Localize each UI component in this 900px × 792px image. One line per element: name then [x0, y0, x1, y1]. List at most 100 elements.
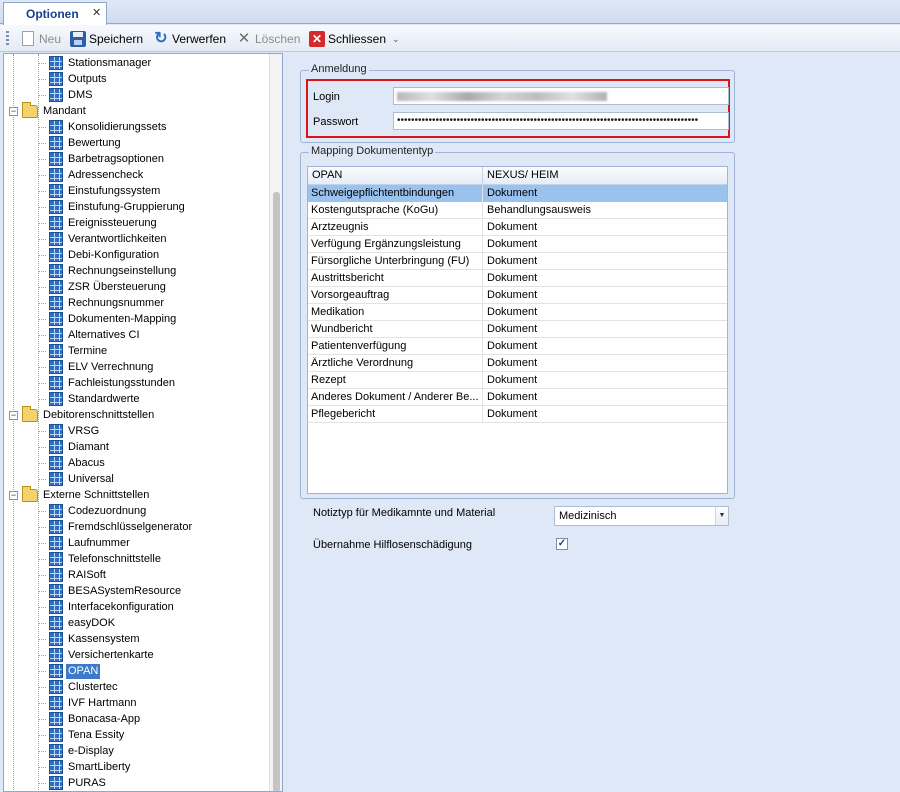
tree-scrollbar[interactable]: [269, 54, 282, 791]
table-row[interactable]: Verfügung Ergänzungsleistung Dokument: [308, 236, 727, 253]
table-row[interactable]: Fürsorgliche Unterbringung (FU) Dokument: [308, 253, 727, 270]
cell-opan[interactable]: Kostengutsprache (KoGu): [311, 204, 479, 216]
tree-item[interactable]: easyDOK: [49, 615, 117, 631]
cell-opan[interactable]: Medikation: [311, 306, 479, 318]
save-button[interactable]: Speichern: [70, 29, 143, 48]
cell-nexus[interactable]: Dokument: [487, 391, 723, 403]
tree-item[interactable]: Standardwerte: [49, 391, 142, 407]
delete-button[interactable]: ✕ Löschen: [236, 29, 301, 48]
tree-item[interactable]: IVF Hartmann: [49, 695, 138, 711]
collapse-icon[interactable]: −: [9, 106, 18, 116]
tree-item[interactable]: Rechnungseinstellung: [49, 263, 178, 279]
tree-item[interactable]: Termine: [49, 343, 109, 359]
tree-item[interactable]: RAISoft: [49, 567, 108, 583]
password-input[interactable]: ••••••••••••••••••••••••••••••••••••••••…: [393, 112, 729, 130]
cell-opan[interactable]: Rezept: [311, 374, 479, 386]
tree-item[interactable]: Abacus: [49, 455, 107, 471]
tree-item[interactable]: VRSG: [49, 423, 101, 439]
cell-opan[interactable]: Schweigepflichtentbindungen: [311, 187, 479, 199]
table-row[interactable]: Pflegebericht Dokument: [308, 406, 727, 423]
cell-opan[interactable]: Anderes Dokument / Anderer Be...: [311, 391, 479, 403]
column-header-opan[interactable]: OPAN: [312, 169, 342, 181]
close-button[interactable]: ✕ Schliessen: [309, 29, 386, 48]
hilflosen-checkbox[interactable]: ✓: [556, 538, 568, 550]
new-button[interactable]: Neu: [20, 29, 61, 48]
discard-button[interactable]: ↻ Verwerfen: [153, 29, 226, 48]
table-row[interactable]: Vorsorgeauftrag Dokument: [308, 287, 727, 304]
table-row[interactable]: Medikation Dokument: [308, 304, 727, 321]
table-row[interactable]: Patientenverfügung Dokument: [308, 338, 727, 355]
tree-item[interactable]: Alternatives CI: [49, 327, 142, 343]
tree-item[interactable]: OPAN: [49, 663, 101, 679]
tree-item[interactable]: PURAS: [49, 775, 108, 791]
cell-nexus[interactable]: Dokument: [487, 340, 723, 352]
cell-opan[interactable]: Wundbericht: [311, 323, 479, 335]
cell-nexus[interactable]: Dokument: [487, 187, 723, 199]
cell-nexus[interactable]: Dokument: [487, 289, 723, 301]
cell-nexus[interactable]: Dokument: [487, 238, 723, 250]
cell-nexus[interactable]: Dokument: [487, 255, 723, 267]
tab-optionen[interactable]: Optionen ✕: [3, 2, 107, 25]
tree-item[interactable]: SmartLiberty: [49, 759, 132, 775]
tree-item[interactable]: ELV Verrechnung: [49, 359, 155, 375]
tree-item[interactable]: Versichertenkarte: [49, 647, 156, 663]
cell-opan[interactable]: Fürsorgliche Unterbringung (FU): [311, 255, 479, 267]
tree-item[interactable]: Ereignissteuerung: [49, 215, 159, 231]
tree-item[interactable]: Universal: [49, 471, 116, 487]
close-icon[interactable]: ✕: [92, 6, 101, 19]
tree-item[interactable]: Interfacekonfiguration: [49, 599, 176, 615]
tree-item[interactable]: Rechnungsnummer: [49, 295, 166, 311]
tree-item[interactable]: Clustertec: [49, 679, 120, 695]
tree-item[interactable]: Verantwortlichkeiten: [49, 231, 168, 247]
tree-item[interactable]: Fremdschlüsselgenerator: [49, 519, 194, 535]
cell-opan[interactable]: Austrittsbericht: [311, 272, 479, 284]
cell-opan[interactable]: Verfügung Ergänzungsleistung: [311, 238, 479, 250]
toolbar-overflow-icon[interactable]: ⌄: [392, 34, 400, 45]
table-row[interactable]: Rezept Dokument: [308, 372, 727, 389]
cell-nexus[interactable]: Dokument: [487, 306, 723, 318]
cell-nexus[interactable]: Dokument: [487, 357, 723, 369]
tree-item[interactable]: Outputs: [49, 71, 109, 87]
cell-nexus[interactable]: Dokument: [487, 323, 723, 335]
tree-item[interactable]: Tena Essity: [49, 727, 126, 743]
cell-nexus[interactable]: Behandlungsausweis: [487, 204, 723, 216]
cell-opan[interactable]: Ärztliche Verordnung: [311, 357, 479, 369]
tree-item[interactable]: Telefonschnittstelle: [49, 551, 163, 567]
tree-item[interactable]: Einstufungssystem: [49, 183, 162, 199]
tree-item[interactable]: Bonacasa-App: [49, 711, 142, 727]
collapse-icon[interactable]: −: [9, 490, 18, 500]
tree-scroll-thumb[interactable]: [273, 192, 280, 791]
table-row[interactable]: Anderes Dokument / Anderer Be... Dokument: [308, 389, 727, 406]
tree-item[interactable]: Adressencheck: [49, 167, 145, 183]
cell-nexus[interactable]: Dokument: [487, 374, 723, 386]
tree-item[interactable]: BESASystemResource: [49, 583, 183, 599]
chevron-down-icon[interactable]: ▼: [715, 507, 728, 525]
tree-item[interactable]: Kassensystem: [49, 631, 142, 647]
tree-folder[interactable]: − Mandant: [9, 101, 88, 119]
tree-item[interactable]: Fachleistungsstunden: [49, 375, 177, 391]
tree-item[interactable]: ZSR Übersteuerung: [49, 279, 168, 295]
cell-nexus[interactable]: Dokument: [487, 272, 723, 284]
cell-nexus[interactable]: Dokument: [487, 408, 723, 420]
options-tree[interactable]: Stationsmanager Outputs DMS − Mandant Konsoli…: [3, 53, 283, 792]
tree-item[interactable]: Codezuordnung: [49, 503, 148, 519]
tree-item[interactable]: Debi-Konfiguration: [49, 247, 161, 263]
column-header-nexus[interactable]: NEXUS/ HEIM: [487, 169, 559, 181]
table-row[interactable]: Arztzeugnis Dokument: [308, 219, 727, 236]
table-row[interactable]: Schweigepflichtentbindungen Dokument: [308, 185, 727, 202]
tree-item[interactable]: Laufnummer: [49, 535, 132, 551]
table-row[interactable]: Wundbericht Dokument: [308, 321, 727, 338]
cell-opan[interactable]: Pflegebericht: [311, 408, 479, 420]
cell-opan[interactable]: Vorsorgeauftrag: [311, 289, 479, 301]
tree-item[interactable]: Stationsmanager: [49, 55, 153, 71]
tree-item[interactable]: Bewertung: [49, 135, 123, 151]
tree-item[interactable]: Barbetragsoptionen: [49, 151, 166, 167]
notiztyp-select[interactable]: Medizinisch ▼: [554, 506, 729, 526]
tree-item[interactable]: Einstufung-Gruppierung: [49, 199, 187, 215]
table-row[interactable]: Austrittsbericht Dokument: [308, 270, 727, 287]
mapping-grid[interactable]: OPAN NEXUS/ HEIM Schweigepflichtentbindu…: [307, 166, 728, 494]
table-row[interactable]: Kostengutsprache (KoGu) Behandlungsauswei…: [308, 202, 727, 219]
tree-folder[interactable]: − Debitorenschnittstellen: [9, 405, 156, 423]
tree-item[interactable]: e-Display: [49, 743, 116, 759]
cell-opan[interactable]: Arztzeugnis: [311, 221, 479, 233]
